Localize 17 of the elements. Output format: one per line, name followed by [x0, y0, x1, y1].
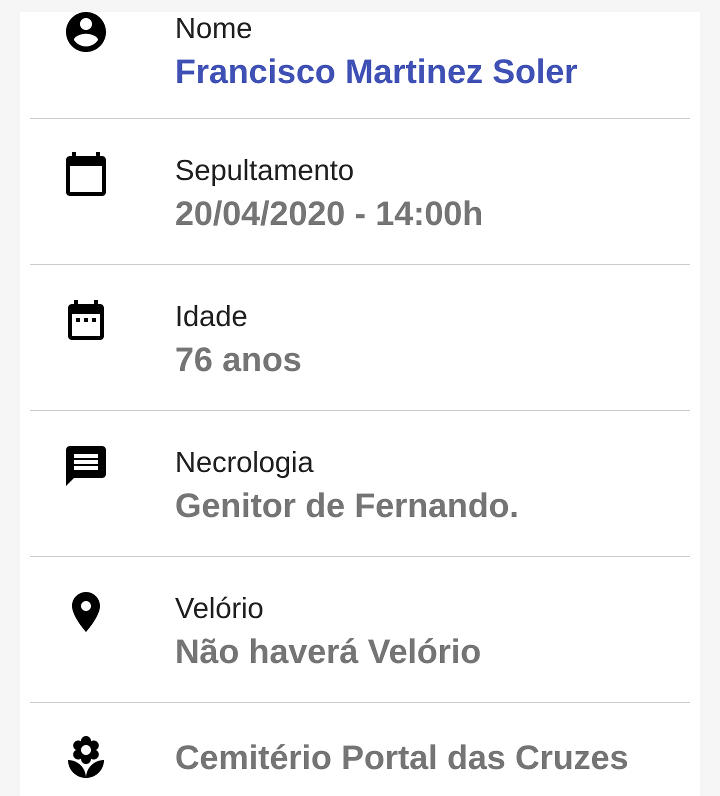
field-label: Idade: [175, 300, 249, 334]
person-icon: [66, 12, 106, 52]
calendar-icon: [66, 152, 106, 196]
field-label: Necrologia: [175, 446, 315, 480]
field-value: 20/04/2020 - 14:00h: [175, 194, 484, 235]
field-label: Sepultamento: [175, 154, 355, 188]
field-value: Não haverá Velório: [175, 632, 482, 673]
field-value: Cemitério Portal das Cruzes: [175, 738, 630, 779]
field-label: Velório: [175, 592, 265, 626]
calendar-icon: [68, 300, 104, 340]
message-icon: [66, 446, 106, 486]
field-value: Francisco Martinez Soler: [175, 52, 578, 93]
field-value: Genitor de Fernando.: [175, 486, 520, 527]
location-pin-icon: [72, 592, 100, 632]
flower-icon: [68, 736, 104, 778]
field-label: Nome: [175, 12, 254, 46]
field-value: 76 anos: [175, 340, 303, 381]
